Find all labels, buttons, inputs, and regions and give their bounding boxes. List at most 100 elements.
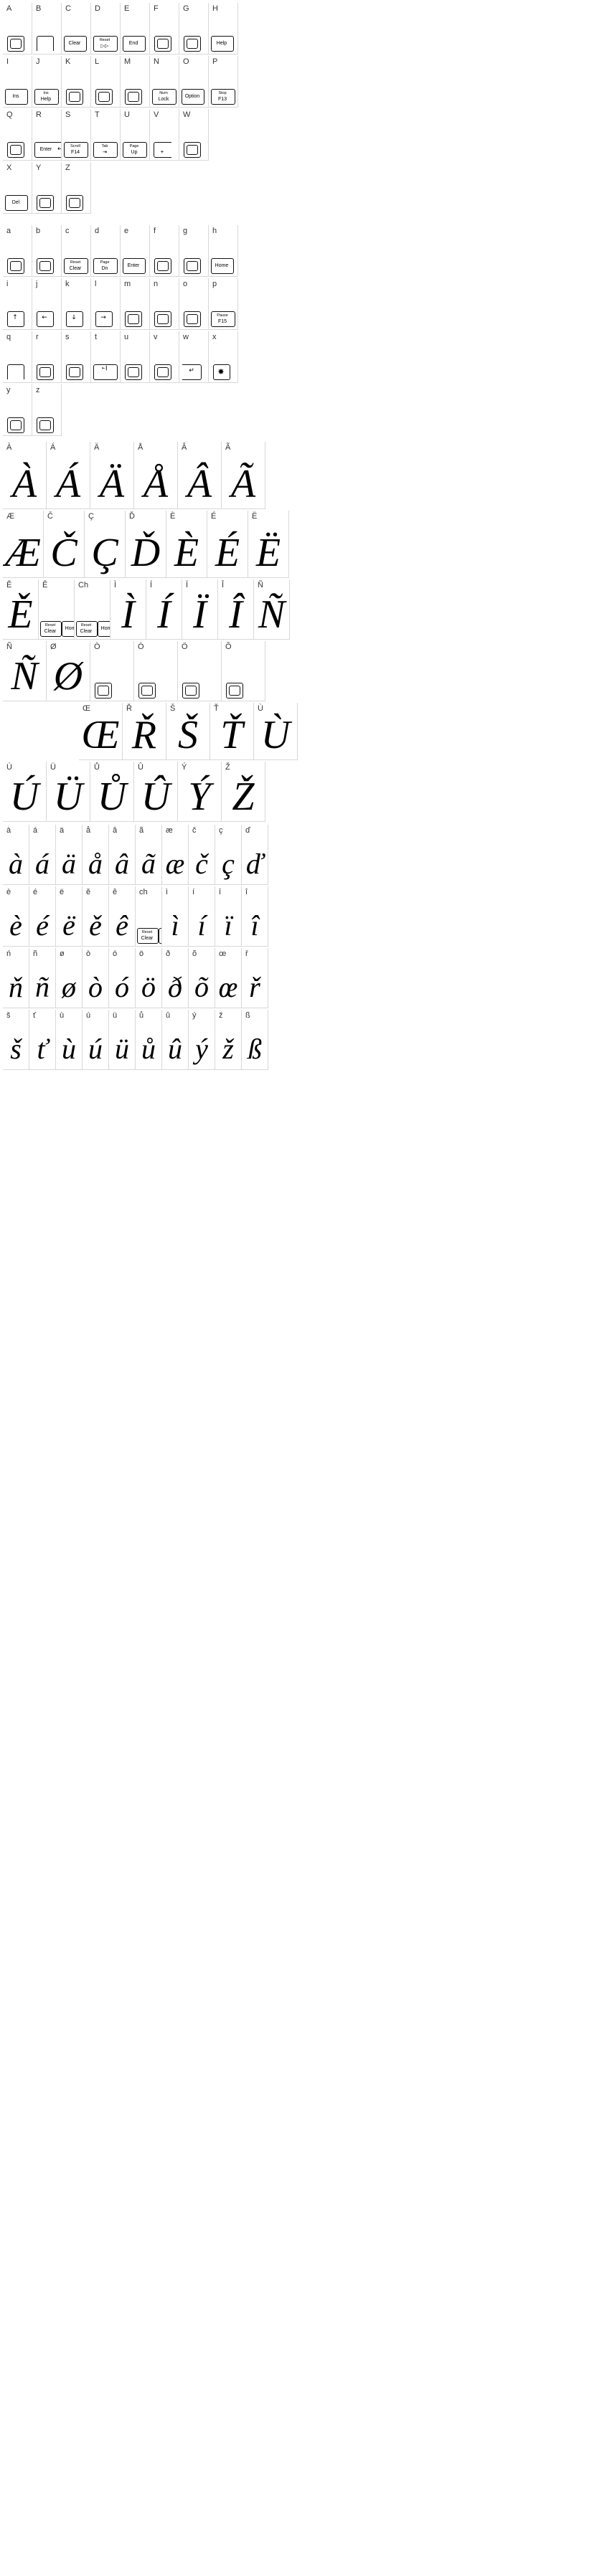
glyph-cell: ÚÚ xyxy=(3,762,47,822)
cell-glyph: ã xyxy=(141,848,156,880)
glyph-cell: ÙÙ xyxy=(254,703,298,760)
keycap-inner xyxy=(187,314,198,324)
keycap-cell: J Ins Help xyxy=(32,56,62,108)
keycap-cell: F xyxy=(150,3,179,55)
keycap-cell: j ← xyxy=(32,278,62,330)
cell-glyph: õ xyxy=(194,971,209,1003)
glyph-cell: ÅÅ xyxy=(134,442,178,509)
cell-label: ú xyxy=(86,1011,91,1020)
keycap-cell: Ò xyxy=(90,641,134,701)
cell-glyph: ù xyxy=(62,1033,76,1065)
cell-glyph: Ě xyxy=(8,592,33,637)
cell-label: u xyxy=(124,333,129,341)
cell-label: Ñ xyxy=(6,643,12,651)
cell-glyph: ť xyxy=(37,1033,48,1065)
cell-glyph: Č xyxy=(50,531,77,575)
cell-label: ī xyxy=(219,888,222,896)
cell-glyph: æ xyxy=(165,848,185,880)
glyph-cell: ÀÀ xyxy=(3,442,47,509)
cell-label: Ü xyxy=(50,763,56,772)
glyph-cell: ĚĚ xyxy=(3,579,39,640)
keycap-cell: B xyxy=(32,3,62,55)
glyph-cell: ää xyxy=(56,825,83,885)
glyph-cell: ÂÂ xyxy=(178,442,222,509)
cell-label: ê xyxy=(113,888,118,896)
cell-glyph: Ý xyxy=(188,775,211,819)
keycap-label-home: Home xyxy=(65,626,74,631)
keycap-label-top: Scroll xyxy=(70,144,80,148)
cell-glyph: Æ xyxy=(5,531,41,575)
cell-label: ã xyxy=(139,826,144,835)
cell-label: ð xyxy=(166,950,171,958)
glyph-cell: ÑÑ xyxy=(254,579,290,640)
keycap-cell: c Reset Clear xyxy=(62,225,91,277)
keycap-label-bottom: ⇥ xyxy=(103,150,107,155)
cell-glyph: Â xyxy=(187,462,212,506)
cell-glyph: Ç xyxy=(91,531,118,575)
keycap-inner xyxy=(128,367,139,377)
keycap-cell: Ó xyxy=(134,641,178,701)
cell-label: ě xyxy=(86,888,91,896)
cell-label: Q xyxy=(6,110,13,119)
keycap-inner xyxy=(187,145,198,155)
glyph-cell: ÎÎ xyxy=(218,579,254,640)
keycap-cell: Y xyxy=(32,162,62,214)
cell-label: G xyxy=(183,4,189,13)
cell-label: û xyxy=(166,1011,171,1020)
cell-label: é xyxy=(33,888,38,896)
cell-glyph: í xyxy=(197,909,206,942)
keycap-label-bottom: F14 xyxy=(70,150,80,155)
cell-label: m xyxy=(124,280,131,288)
keycap-arrow-glyph: ← xyxy=(42,314,47,321)
cell-glyph: À xyxy=(11,462,37,506)
cell-label: X xyxy=(6,164,12,172)
keycap-cell: C Clear xyxy=(62,3,91,55)
cell-glyph: Ñ xyxy=(258,592,286,637)
keycap-inner xyxy=(69,367,80,377)
cell-label: î xyxy=(245,888,248,896)
keycap-cell: n xyxy=(150,278,179,330)
cell-label: S xyxy=(65,110,71,119)
keycap-label-top: Pause xyxy=(217,313,228,318)
keycap-cell: l → xyxy=(91,278,121,330)
glyph-cell: ŠŠ xyxy=(166,703,210,760)
cell-label: Ç xyxy=(88,512,94,521)
cell-label: ß xyxy=(245,1011,250,1020)
cell-label: ó xyxy=(113,950,118,958)
keycap-inner xyxy=(141,686,153,696)
cell-label: j xyxy=(36,280,38,288)
keycap-label-clear-top: Reset xyxy=(44,623,56,628)
glyph-cell: òò xyxy=(83,948,109,1008)
glyph-cell: ëë xyxy=(56,886,83,947)
glyph-cell: žž xyxy=(215,1010,242,1070)
glyph-cell: ČČ xyxy=(44,511,85,578)
keycap-cell: b xyxy=(32,225,62,277)
glyph-cell: ËË xyxy=(248,511,289,578)
cell-label: D xyxy=(95,4,100,13)
keycap-label-top: ⇤┃ xyxy=(102,366,108,371)
glyph-cell: åå xyxy=(83,825,109,885)
keycap-inner xyxy=(185,686,197,696)
keycap-label: Help xyxy=(216,41,227,46)
keycap-label-bottom: Up xyxy=(131,150,138,155)
glyph-cell: ěě xyxy=(83,886,109,947)
glyph-cell: êê xyxy=(109,886,136,947)
glyph-cell: ÝÝ xyxy=(178,762,222,822)
cell-label: Ž xyxy=(225,763,230,772)
cell-glyph: ø xyxy=(62,971,76,1003)
cell-glyph: ñ xyxy=(35,971,50,1003)
cell-label: ì xyxy=(166,888,169,896)
cell-glyph: Û xyxy=(141,775,171,819)
cell-glyph: ď xyxy=(245,848,264,880)
cell-glyph: Ì xyxy=(121,592,135,637)
keycap-cell: P Stop F13 xyxy=(209,56,238,108)
cell-label: Z xyxy=(65,164,70,172)
cell-glyph: û xyxy=(168,1033,182,1065)
keycap-cell: Õ xyxy=(222,641,265,701)
keycap-label-clear: Clear xyxy=(44,629,57,634)
cell-label: Ó xyxy=(138,643,144,651)
keycap-inner xyxy=(157,261,169,271)
glyph-cell: ìì xyxy=(162,886,189,947)
cell-label: I xyxy=(6,57,9,66)
keycap-inner xyxy=(187,39,198,49)
